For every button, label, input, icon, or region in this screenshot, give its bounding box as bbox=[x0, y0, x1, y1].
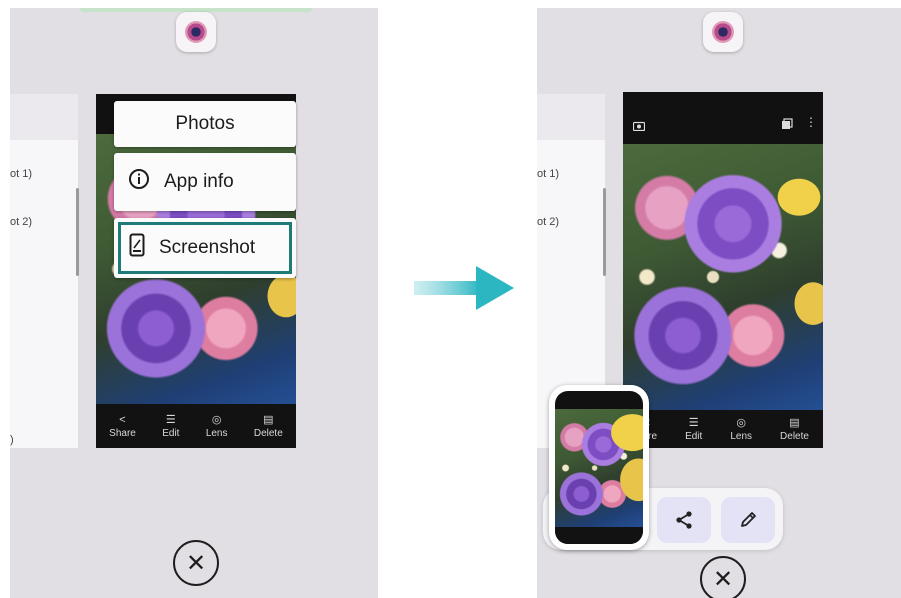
photo-toolbar: < Share ☰ Edit ◎ Lens ▤ Delete bbox=[96, 404, 296, 448]
info-icon bbox=[128, 168, 150, 196]
delete-icon: ▤ bbox=[263, 413, 274, 426]
scrollbar[interactable] bbox=[76, 188, 79, 276]
scrollbar[interactable] bbox=[603, 188, 606, 276]
partial-label: ot 1) bbox=[10, 168, 33, 180]
lens-icon: ◎ bbox=[736, 416, 746, 429]
share-icon: < bbox=[119, 413, 126, 426]
pencil-icon bbox=[741, 512, 756, 527]
screenshot-icon bbox=[129, 233, 145, 263]
partial-label: ot 2) bbox=[10, 216, 33, 228]
edit-button[interactable]: ☰ Edit bbox=[162, 414, 179, 439]
background-app-card[interactable]: ot 1) ot 2) ) bbox=[10, 94, 78, 448]
edit-button[interactable]: ☰ Edit bbox=[685, 417, 702, 442]
delete-button[interactable]: ▤ Delete bbox=[780, 417, 809, 442]
delete-button[interactable]: ▤ Delete bbox=[254, 414, 283, 439]
close-icon: ✕ bbox=[712, 565, 734, 593]
cast-icon[interactable] bbox=[781, 117, 793, 135]
edit-icon: ☰ bbox=[165, 413, 176, 426]
close-button[interactable]: ✕ bbox=[173, 540, 219, 586]
delete-icon: ▤ bbox=[789, 416, 800, 429]
app-info-label: App info bbox=[164, 171, 234, 192]
partial-label: ot 2) bbox=[537, 216, 560, 228]
lens-button[interactable]: ◎ Lens bbox=[206, 414, 228, 439]
left-screen: ot 1) ot 2) ) < Share ☰ Edit ◎ Lens ▤ Delete… bbox=[10, 8, 378, 598]
close-icon: ✕ bbox=[185, 549, 207, 577]
screenshot-thumbnail[interactable] bbox=[549, 385, 649, 550]
edit-screenshot-button[interactable] bbox=[721, 497, 775, 543]
partial-label: ) bbox=[10, 434, 14, 446]
camera-app-icon[interactable] bbox=[176, 12, 216, 52]
camera-app-icon[interactable] bbox=[703, 12, 743, 52]
share-screenshot-button[interactable] bbox=[657, 497, 711, 543]
transition-arrow-icon bbox=[414, 266, 514, 310]
lens-button[interactable]: ◎ Lens bbox=[730, 417, 752, 442]
app-info-menu-item[interactable]: App info bbox=[114, 153, 296, 211]
screenshot-menu-item[interactable]: Screenshot bbox=[114, 218, 296, 278]
menu-app-title: Photos bbox=[114, 101, 296, 147]
camera-icon[interactable] bbox=[632, 118, 646, 136]
edit-icon: ☰ bbox=[688, 416, 699, 429]
close-button[interactable]: ✕ bbox=[700, 556, 746, 598]
partial-label: ot 1) bbox=[537, 168, 560, 180]
lens-icon: ◎ bbox=[211, 413, 222, 426]
photo-toolbar: <hare ☰Edit ◎Lens ▤Delete bbox=[623, 410, 823, 448]
thumbnail-photo bbox=[555, 409, 643, 527]
share-button[interactable]: < Share bbox=[109, 414, 136, 439]
photos-app-window[interactable]: ⋮ <hare ☰Edit ◎Lens ▤Delete bbox=[623, 92, 823, 448]
share-icon bbox=[676, 511, 692, 529]
flower-photo bbox=[623, 144, 823, 410]
more-options-icon[interactable]: ⋮ bbox=[805, 116, 817, 128]
screenshot-label: Screenshot bbox=[159, 237, 256, 258]
thumbnail-toolbar bbox=[555, 527, 643, 544]
